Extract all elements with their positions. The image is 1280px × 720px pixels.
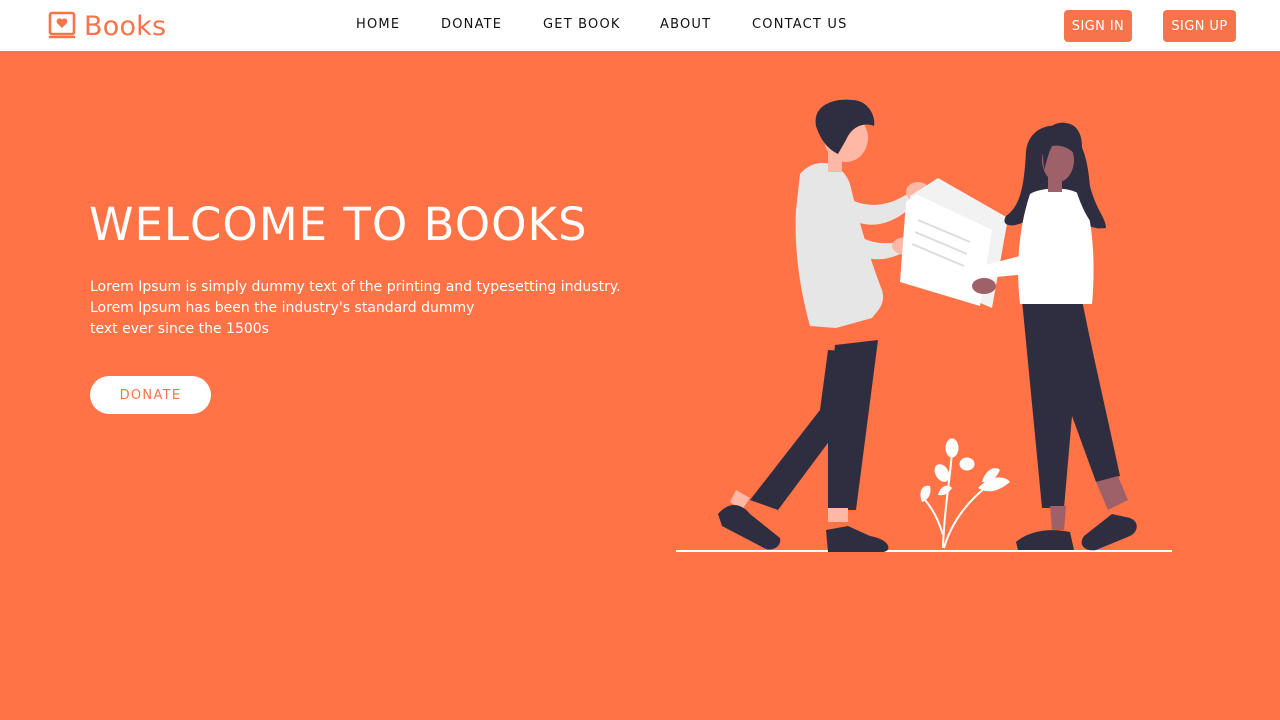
nav-home[interactable]: HOME bbox=[356, 17, 400, 32]
brand-logo[interactable]: Books bbox=[48, 8, 166, 44]
hero-description-line: Lorem Ipsum is simply dummy text of the … bbox=[90, 279, 621, 295]
people-reading-illustration bbox=[676, 99, 1172, 552]
nav-about[interactable]: ABOUT bbox=[660, 17, 711, 32]
donate-button[interactable]: DONATE bbox=[90, 376, 211, 414]
navbar: Books HOME DONATE GET BOOK ABOUT CONTACT… bbox=[0, 0, 1280, 51]
hero-description: Lorem Ipsum is simply dummy text of the … bbox=[90, 277, 650, 340]
plant-illustration bbox=[920, 438, 1010, 549]
hero-description-line: Lorem Ipsum has been the industry's stan… bbox=[90, 300, 475, 316]
nav-donate[interactable]: DONATE bbox=[441, 17, 502, 32]
man-figure bbox=[718, 99, 930, 552]
hero-description-line: text ever since the 1500s bbox=[90, 321, 269, 337]
sign-up-button[interactable]: SIGN UP bbox=[1163, 10, 1236, 42]
brand-name: Books bbox=[84, 10, 167, 42]
book-heart-icon bbox=[48, 11, 76, 39]
hero-title: WELCOME TO BOOKS bbox=[89, 198, 588, 251]
nav-get-book[interactable]: GET BOOK bbox=[543, 17, 621, 32]
nav-contact-us[interactable]: CONTACT US bbox=[752, 17, 848, 32]
sign-in-button[interactable]: SIGN IN bbox=[1064, 10, 1132, 42]
